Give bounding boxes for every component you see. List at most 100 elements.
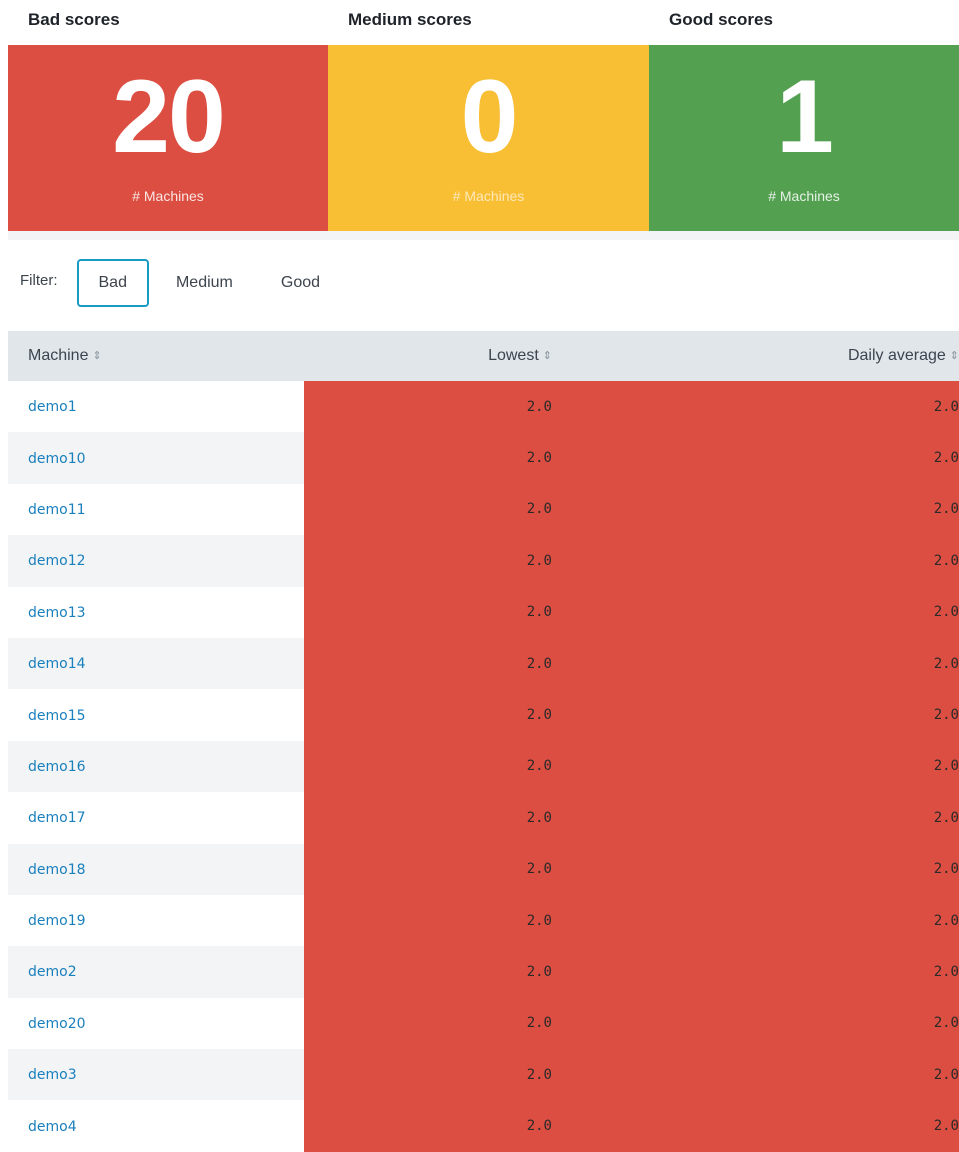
lowest-score-cell: 2.0 (304, 792, 552, 844)
table-row: demo11 2.0 2.0 (8, 483, 959, 536)
medium-scores-unit: # Machines (452, 188, 525, 204)
good-scores-title: Good scores (669, 10, 773, 29)
table-row: demo16 2.0 2.0 (8, 740, 959, 793)
filter-good-button[interactable]: Good (260, 259, 341, 307)
column-header-lowest[interactable]: Lowest ⇕ (304, 331, 552, 381)
daily-average-cell: 2.0 (552, 843, 959, 895)
machine-cell: demo20 (8, 997, 304, 1050)
lowest-score-cell: 2.0 (304, 432, 552, 484)
table-row: demo14 2.0 2.0 (8, 637, 959, 690)
filter-medium-button[interactable]: Medium (155, 259, 254, 307)
daily-average-cell: 2.0 (552, 535, 959, 587)
table-row: demo15 2.0 2.0 (8, 689, 959, 741)
machine-cell: demo12 (8, 535, 304, 587)
bad-scores-panel: Bad scores 20 # Machines (8, 0, 328, 240)
machine-link[interactable]: demo15 (28, 708, 86, 724)
daily-average-cell: 2.0 (552, 792, 959, 844)
sort-icon: ⇕ (542, 350, 552, 362)
machine-link[interactable]: demo19 (28, 913, 86, 929)
table-row: demo19 2.0 2.0 (8, 894, 959, 947)
machine-link[interactable]: demo20 (28, 1016, 86, 1032)
daily-average-cell: 2.0 (552, 997, 959, 1050)
column-header-daily-average[interactable]: Daily average ⇕ (552, 331, 959, 381)
machines-table-container: Machine ⇕ Lowest ⇕ Daily average ⇕ demo1 2.0… (8, 331, 959, 1152)
table-row: demo13 2.0 2.0 (8, 586, 959, 638)
column-header-machine[interactable]: Machine ⇕ (8, 331, 304, 381)
lowest-score-cell: 2.0 (304, 689, 552, 741)
lowest-score-cell: 2.0 (304, 894, 552, 947)
table-header-row: Machine ⇕ Lowest ⇕ Daily average ⇕ (8, 331, 959, 381)
lowest-score-cell: 2.0 (304, 381, 552, 433)
daily-average-cell: 2.0 (552, 1049, 959, 1101)
lowest-score-cell: 2.0 (304, 483, 552, 536)
medium-scores-value: 0 (460, 59, 519, 175)
machine-link[interactable]: demo4 (28, 1119, 77, 1135)
machine-cell: demo19 (8, 894, 304, 947)
medium-scores-panel: Medium scores 0 # Machines (328, 0, 649, 240)
daily-average-cell: 2.0 (552, 381, 959, 433)
machine-link[interactable]: demo13 (28, 605, 86, 621)
machine-cell: demo11 (8, 483, 304, 536)
panel-divider (649, 231, 959, 240)
bad-scores-unit: # Machines (132, 188, 204, 204)
table-body: demo1 2.0 2.0 demo10 2.0 2.0 demo11 2.0 2.0 demo1… (8, 381, 959, 1152)
sort-icon: ⇕ (92, 350, 102, 362)
lowest-score-cell: 2.0 (304, 843, 552, 895)
lowest-score-cell: 2.0 (304, 1049, 552, 1101)
machine-cell: demo3 (8, 1049, 304, 1101)
machine-link[interactable]: demo10 (28, 451, 86, 467)
table-row: demo2 2.0 2.0 (8, 946, 959, 998)
machines-table: Machine ⇕ Lowest ⇕ Daily average ⇕ demo1 2.0… (8, 331, 959, 1152)
table-row: demo1 2.0 2.0 (8, 381, 959, 433)
daily-average-cell: 2.0 (552, 689, 959, 741)
machine-cell: demo15 (8, 689, 304, 741)
column-header-label: Machine (28, 347, 89, 364)
machine-link[interactable]: demo17 (28, 810, 86, 826)
filter-bad-button[interactable]: Bad (76, 259, 149, 307)
bad-scores-value: 20 (112, 59, 226, 175)
machine-link[interactable]: demo12 (28, 553, 86, 569)
lowest-score-cell: 2.0 (304, 997, 552, 1050)
bad-scores-tile[interactable]: 20 # Machines (8, 45, 328, 231)
table-row: demo12 2.0 2.0 (8, 535, 959, 587)
machine-link[interactable]: demo2 (28, 964, 77, 980)
lowest-score-cell: 2.0 (304, 740, 552, 793)
good-scores-unit: # Machines (768, 188, 840, 204)
table-row: demo4 2.0 2.0 (8, 1100, 959, 1152)
lowest-score-cell: 2.0 (304, 1100, 552, 1152)
panel-divider (328, 231, 649, 240)
daily-average-cell: 2.0 (552, 946, 959, 998)
daily-average-cell: 2.0 (552, 432, 959, 484)
table-row: demo18 2.0 2.0 (8, 843, 959, 895)
machine-cell: demo1 (8, 381, 304, 433)
lowest-score-cell: 2.0 (304, 946, 552, 998)
machine-cell: demo14 (8, 637, 304, 690)
panel-divider (8, 231, 328, 240)
bad-scores-title: Bad scores (28, 10, 120, 29)
machine-cell: demo2 (8, 946, 304, 998)
good-scores-value: 1 (776, 59, 834, 175)
good-scores-panel: Good scores 1 # Machines (649, 0, 959, 240)
lowest-score-cell: 2.0 (304, 535, 552, 587)
daily-average-cell: 2.0 (552, 637, 959, 690)
machine-cell: demo4 (8, 1100, 304, 1152)
daily-average-cell: 2.0 (552, 894, 959, 947)
table-row: demo17 2.0 2.0 (8, 792, 959, 844)
column-header-label: Daily average (847, 347, 946, 364)
medium-scores-tile[interactable]: 0 # Machines (328, 45, 649, 231)
column-header-label: Lowest (488, 347, 539, 364)
machine-link[interactable]: demo18 (28, 862, 86, 878)
good-scores-tile[interactable]: 1 # Machines (649, 45, 959, 231)
machine-link[interactable]: demo16 (28, 759, 86, 775)
daily-average-cell: 2.0 (552, 586, 959, 638)
daily-average-cell: 2.0 (552, 740, 959, 793)
machine-link[interactable]: demo14 (28, 656, 86, 672)
machine-link[interactable]: demo1 (28, 399, 77, 415)
machine-cell: demo16 (8, 740, 304, 793)
machine-cell: demo18 (8, 843, 304, 895)
machine-link[interactable]: demo11 (28, 502, 86, 518)
lowest-score-cell: 2.0 (304, 637, 552, 690)
table-row: demo10 2.0 2.0 (8, 432, 959, 484)
machine-link[interactable]: demo3 (28, 1067, 77, 1083)
filter-label: Filter: (20, 271, 58, 289)
